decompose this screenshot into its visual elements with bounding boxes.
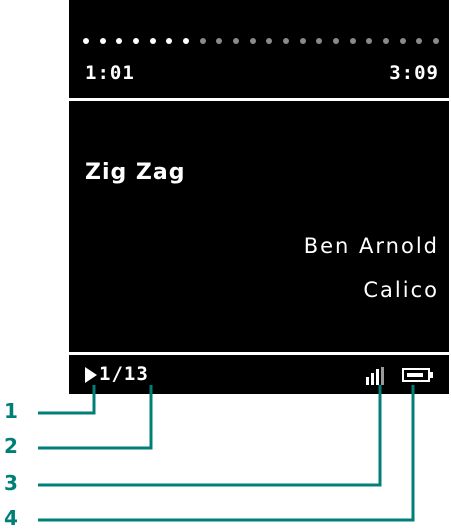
callout-4: 4 (4, 506, 18, 530)
callout-2: 2 (4, 434, 18, 458)
callout-3: 3 (4, 471, 18, 495)
callout-lines (38, 385, 415, 522)
callout-line-3 (38, 385, 382, 487)
callout-1: 1 (4, 399, 18, 423)
callout-line-1 (38, 385, 96, 415)
